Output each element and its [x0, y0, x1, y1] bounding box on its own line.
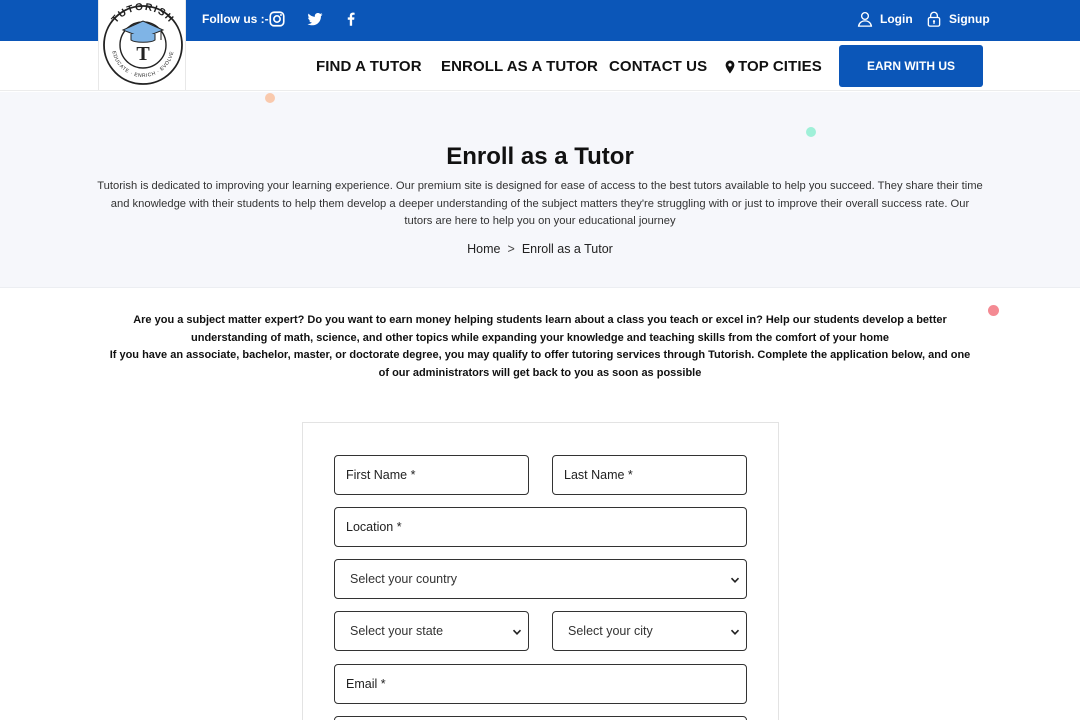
nav-find-a-tutor[interactable]: FIND A TUTOR	[316, 58, 422, 75]
chevron-down-icon	[730, 629, 740, 635]
intro-paragraph-2: If you have an associate, bachelor, mast…	[109, 349, 971, 380]
nav-top-cities-label: TOP CITIES	[738, 58, 822, 75]
twitter-icon[interactable]	[306, 10, 324, 28]
chevron-down-icon	[512, 629, 522, 635]
page-title: Enroll as a Tutor	[446, 143, 634, 170]
last-name-field[interactable]: Last Name *	[552, 455, 747, 495]
first-name-field[interactable]: First Name *	[334, 455, 529, 495]
login-label: Login	[880, 12, 913, 26]
location-field[interactable]: Location *	[334, 507, 747, 547]
state-select[interactable]: Select your state	[334, 611, 529, 651]
country-select-value: Select your country	[350, 572, 457, 586]
decor-dot-mint	[806, 127, 816, 137]
nav-top-cities[interactable]: TOP CITIES	[725, 58, 822, 75]
email-field[interactable]: Email *	[334, 664, 747, 704]
decor-dot-peach	[265, 93, 275, 103]
first-name-placeholder: First Name *	[346, 468, 416, 482]
nav-contact-us[interactable]: CONTACT US	[609, 58, 707, 75]
user-icon	[857, 11, 873, 27]
location-placeholder: Location *	[346, 520, 402, 534]
chevron-down-icon	[730, 577, 740, 583]
logo[interactable]: TUTORISH EDUCATE · ENRICH · EVOLVE T	[98, 0, 186, 90]
hero-description: Tutorish is dedicated to improving your …	[97, 180, 983, 227]
next-field[interactable]	[334, 716, 747, 720]
email-placeholder: Email *	[346, 677, 386, 691]
breadcrumb-current: Enroll as a Tutor	[521, 242, 613, 256]
country-select[interactable]: Select your country	[334, 559, 747, 599]
intro-text: Are you a subject matter expert? Do you …	[104, 312, 976, 383]
logo-letter: T	[136, 43, 150, 65]
signup-link[interactable]: Signup	[925, 10, 990, 28]
decor-dot-pink	[988, 305, 999, 316]
hero-section: Enroll as a Tutor Tutorish is dedicated …	[0, 92, 1080, 288]
breadcrumb-separator: >	[507, 242, 515, 256]
city-select-value: Select your city	[568, 624, 653, 638]
nav-enroll-as-a-tutor[interactable]: ENROLL AS A TUTOR	[441, 58, 598, 75]
signup-label: Signup	[949, 12, 990, 26]
intro-paragraph-1: Are you a subject matter expert? Do you …	[133, 314, 947, 344]
facebook-icon[interactable]	[342, 10, 360, 28]
breadcrumb: Home > Enroll as a Tutor	[0, 242, 1080, 256]
tutorish-logo: TUTORISH EDUCATE · ENRICH · EVOLVE T	[103, 2, 183, 85]
instagram-icon[interactable]	[268, 10, 286, 28]
breadcrumb-home[interactable]: Home	[467, 242, 500, 256]
city-select[interactable]: Select your city	[552, 611, 747, 651]
lock-icon	[927, 11, 941, 27]
enroll-form: First Name * Last Name * Location * Sele…	[302, 422, 779, 720]
login-link[interactable]: Login	[856, 10, 913, 28]
follow-us-label: Follow us :-	[202, 12, 269, 26]
last-name-placeholder: Last Name *	[564, 468, 633, 482]
earn-with-us-button[interactable]: EARN WITH US	[839, 45, 983, 87]
state-select-value: Select your state	[350, 624, 444, 638]
map-pin-icon	[725, 60, 735, 73]
